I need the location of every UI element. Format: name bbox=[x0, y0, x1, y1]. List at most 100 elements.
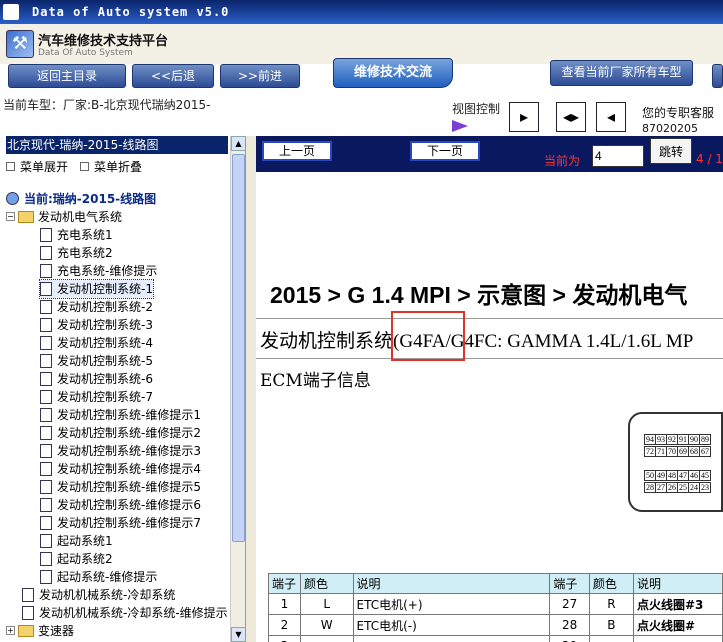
connector-row: 28 27 26 25 24 23 bbox=[644, 482, 711, 493]
folder-icon bbox=[18, 624, 34, 637]
tree-item[interactable]: 发动机控制系统-2 bbox=[40, 298, 153, 316]
connector-row: 72 71 70 69 68 67 bbox=[644, 446, 711, 457]
table-row: 3 29 bbox=[268, 635, 723, 642]
doc-section-title: 发动机控制系统(G4FA/G4FC: GAMMA 1.4L/1.6L MP bbox=[260, 330, 694, 352]
tree-header: 北京现代-瑞纳-2015-线路图 bbox=[6, 136, 228, 154]
tree-current-root[interactable]: 当前:瑞纳-2015-线路图 bbox=[6, 190, 156, 208]
tree-item[interactable]: 发动机控制系统-7 bbox=[40, 388, 153, 406]
tree-item[interactable]: 起动系统2 bbox=[40, 550, 113, 568]
table-header-row: 端子 颜色 说明 端子 颜色 说明 bbox=[268, 573, 723, 594]
app-icon bbox=[3, 4, 19, 20]
page-icon bbox=[40, 245, 52, 260]
tree-item[interactable]: 发动机机械系统-冷却系统 bbox=[22, 586, 175, 604]
page-icon bbox=[40, 443, 52, 458]
connector-row: 94 93 92 91 90 89 bbox=[644, 434, 711, 445]
all-vehicles-button[interactable]: 查看当前厂家所有车型 bbox=[550, 60, 693, 86]
page-icon bbox=[40, 263, 52, 278]
nav-more-button[interactable] bbox=[712, 64, 723, 88]
scroll-down-icon[interactable]: ▼ bbox=[231, 627, 245, 642]
page-icon bbox=[40, 389, 52, 404]
page-icon bbox=[40, 317, 52, 332]
tree-item[interactable]: 发动机控制系统-维修提示5 bbox=[40, 478, 201, 496]
highlight-box bbox=[391, 311, 465, 361]
page-icon bbox=[40, 371, 52, 386]
tree-item[interactable]: 发动机控制系统-维修提示6 bbox=[40, 496, 201, 514]
ecm-connector-diagram: 94 93 92 91 90 89 72 71 70 69 68 67 50 49 48 47 46 45 2… bbox=[628, 412, 723, 512]
page-icon bbox=[40, 533, 52, 548]
folder-open-icon bbox=[18, 210, 34, 223]
service-label: 您的专职客服 bbox=[642, 106, 715, 120]
divider bbox=[256, 318, 723, 319]
tree-item[interactable]: 充电系统-维修提示 bbox=[40, 262, 157, 280]
brand-name-cn: 汽车维修技术支持平台 bbox=[38, 34, 169, 49]
tech-exchange-button[interactable]: 维修技术交流 bbox=[333, 58, 453, 88]
globe-icon bbox=[6, 192, 19, 205]
current-page-label: 当前为 bbox=[544, 154, 581, 168]
view-control-label: 视图控制 bbox=[452, 102, 501, 116]
scroll-up-icon[interactable]: ▲ bbox=[231, 136, 245, 151]
view-right-panel-icon[interactable]: ◂ bbox=[596, 102, 626, 132]
collapse-icon bbox=[80, 162, 89, 171]
table-row: 1 L ETC电机(+) 27 R 点火线圈#3 bbox=[268, 593, 723, 615]
expand-node-icon: + bbox=[6, 626, 15, 635]
tree-panel: 北京现代-瑞纳-2015-线路图 菜单展开 菜单折叠 当前:瑞纳-2015-线路… bbox=[0, 136, 246, 642]
brand-name-en: Data Of Auto System bbox=[38, 48, 133, 58]
tree-item[interactable]: 发动机控制系统-维修提示1 bbox=[40, 406, 201, 424]
tree-item[interactable]: 发动机机械系统-冷却系统-维修提示 bbox=[22, 604, 228, 622]
goto-button[interactable]: 跳转 bbox=[650, 138, 692, 164]
title-bar: Data of Auto system v5.0 bbox=[0, 0, 723, 24]
tree-item[interactable]: 发动机控制系统-维修提示3 bbox=[40, 442, 201, 460]
tree-item[interactable]: 发动机控制系统-6 bbox=[40, 370, 153, 388]
tree-item[interactable]: 充电系统2 bbox=[40, 244, 113, 262]
model-bar: 当前车型：厂家:B-北京现代瑞纳2015- 视图控制 ▸ ◂▸ ◂ 您的专职客服… bbox=[0, 90, 723, 136]
divider bbox=[256, 358, 723, 359]
page-icon bbox=[40, 461, 52, 476]
tree-group-engine-electrical[interactable]: − 发动机电气系统 bbox=[6, 208, 122, 226]
connector-row: 50 49 48 47 46 45 bbox=[644, 470, 711, 481]
service-number: 87020205 bbox=[642, 122, 698, 135]
page-icon bbox=[22, 605, 34, 620]
forward-button[interactable]: >>前进 bbox=[220, 64, 300, 88]
prev-page-button[interactable]: 上一页 bbox=[262, 141, 332, 161]
tree-item[interactable]: 充电系统1 bbox=[40, 226, 113, 244]
flag-icon bbox=[452, 120, 468, 132]
tree-item[interactable]: 发动机控制系统-4 bbox=[40, 334, 153, 352]
page-number-input[interactable] bbox=[592, 145, 644, 167]
page-icon bbox=[40, 551, 52, 566]
tree-scrollbar[interactable]: ▲ ▼ bbox=[230, 136, 245, 642]
menu-collapse[interactable]: 菜单折叠 bbox=[80, 158, 142, 175]
page-icon bbox=[40, 281, 52, 296]
page-icon bbox=[40, 335, 52, 350]
expand-icon bbox=[6, 162, 15, 171]
tree-item[interactable]: 发动机控制系统-3 bbox=[40, 316, 153, 334]
window-title: Data of Auto system v5.0 bbox=[32, 5, 230, 19]
back-button[interactable]: <<后退 bbox=[132, 64, 214, 88]
page-icon bbox=[40, 353, 52, 368]
document-panel: 上一页 下一页 当前为 跳转 4 / 13 2015 > G 1.4 MPI >… bbox=[256, 136, 723, 642]
scroll-thumb[interactable] bbox=[232, 154, 245, 542]
page-icon bbox=[22, 587, 34, 602]
tree-item[interactable]: 发动机控制系统-5 bbox=[40, 352, 153, 370]
menu-expand[interactable]: 菜单展开 bbox=[6, 158, 68, 175]
page-count: 4 / 13 bbox=[696, 152, 723, 166]
tree-item[interactable]: 发动机控制系统-维修提示2 bbox=[40, 424, 201, 442]
page-nav-bar: 上一页 下一页 当前为 跳转 4 / 13 bbox=[256, 136, 723, 172]
tree-item[interactable]: 发动机控制系统-维修提示7 bbox=[40, 514, 201, 532]
tree-item[interactable]: 发动机控制系统-维修提示4 bbox=[40, 460, 201, 478]
view-left-panel-icon[interactable]: ▸ bbox=[509, 102, 539, 132]
next-page-button[interactable]: 下一页 bbox=[410, 141, 480, 161]
terminal-table: 端子 颜色 说明 端子 颜色 说明 1 L ETC电机(+) 27 R 点火线圈… bbox=[268, 573, 723, 642]
back-home-button[interactable]: 返回主目录 bbox=[8, 64, 126, 88]
tree-group-transmission[interactable]: + 变速器 bbox=[6, 622, 74, 640]
tree-item[interactable]: 起动系统1 bbox=[40, 532, 113, 550]
current-model-text: 当前车型：厂家:B-北京现代瑞纳2015- bbox=[3, 98, 211, 112]
tree-item[interactable]: 起动系统-维修提示 bbox=[40, 568, 157, 586]
page-icon bbox=[40, 407, 52, 422]
view-split-icon[interactable]: ◂▸ bbox=[556, 102, 586, 132]
page-icon bbox=[40, 425, 52, 440]
page-icon bbox=[40, 515, 52, 530]
page-icon bbox=[40, 569, 52, 584]
nav-bar: 返回主目录 <<后退 >>前进 维修技术交流 查看当前厂家所有车型 bbox=[0, 58, 723, 90]
tree-item-selected[interactable]: 发动机控制系统-1 bbox=[39, 279, 154, 299]
page-icon bbox=[40, 299, 52, 314]
